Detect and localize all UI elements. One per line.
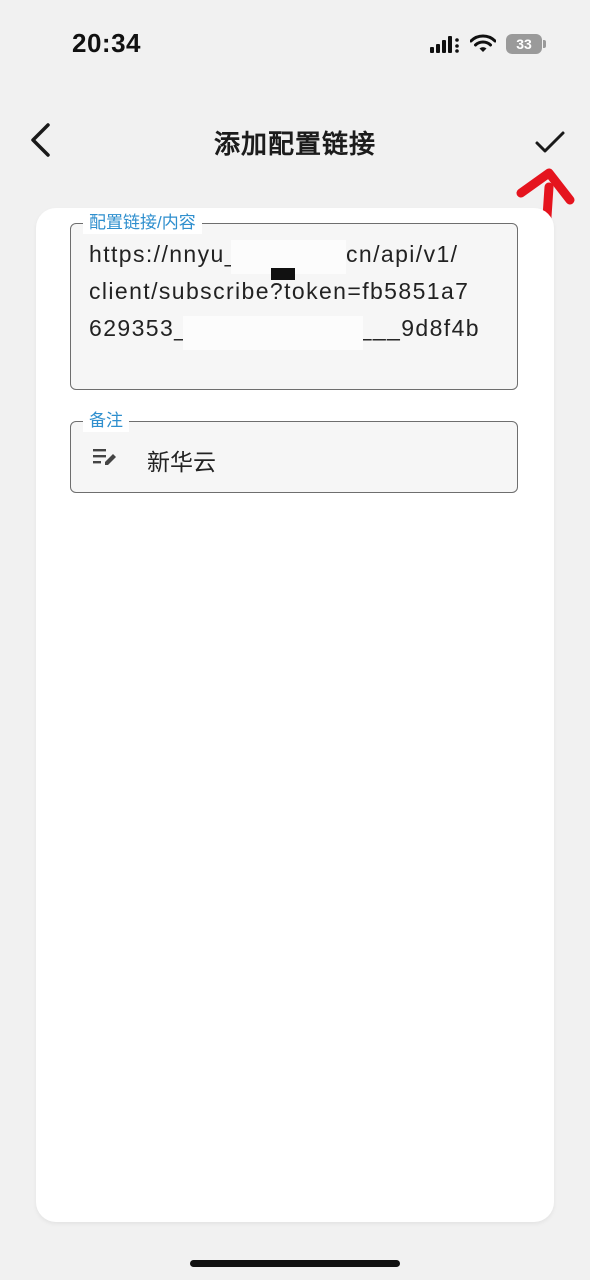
wifi-icon [470,34,496,52]
cellular-signal-icon [430,36,459,53]
top-app-bar: 添加配置链接 [0,108,590,174]
config-link-field[interactable]: 配置链接/内容 https://nnyu________.cn/api/v1/ … [70,212,518,390]
status-bar: 20:34 33 [0,0,590,90]
config-link-label: 配置链接/内容 [83,212,202,234]
status-icons: 33 [430,30,546,58]
edit-note-icon [93,449,116,465]
status-time: 20:34 [72,28,141,58]
page-title: 添加配置链接 [213,129,376,159]
battery-level: 33 [516,36,532,52]
home-indicator[interactable] [190,1260,400,1267]
redaction-mask [183,316,363,350]
checkmark-icon [535,131,565,153]
redaction-mask-dark [271,268,295,280]
note-value[interactable]: 新华云 [147,443,216,477]
note-label: 备注 [83,410,129,432]
form-card: 配置链接/内容 https://nnyu________.cn/api/v1/ … [36,208,554,1222]
note-field[interactable]: 备注 新华云 [70,410,518,493]
confirm-button[interactable] [528,120,572,164]
battery-icon: 33 [506,34,546,54]
